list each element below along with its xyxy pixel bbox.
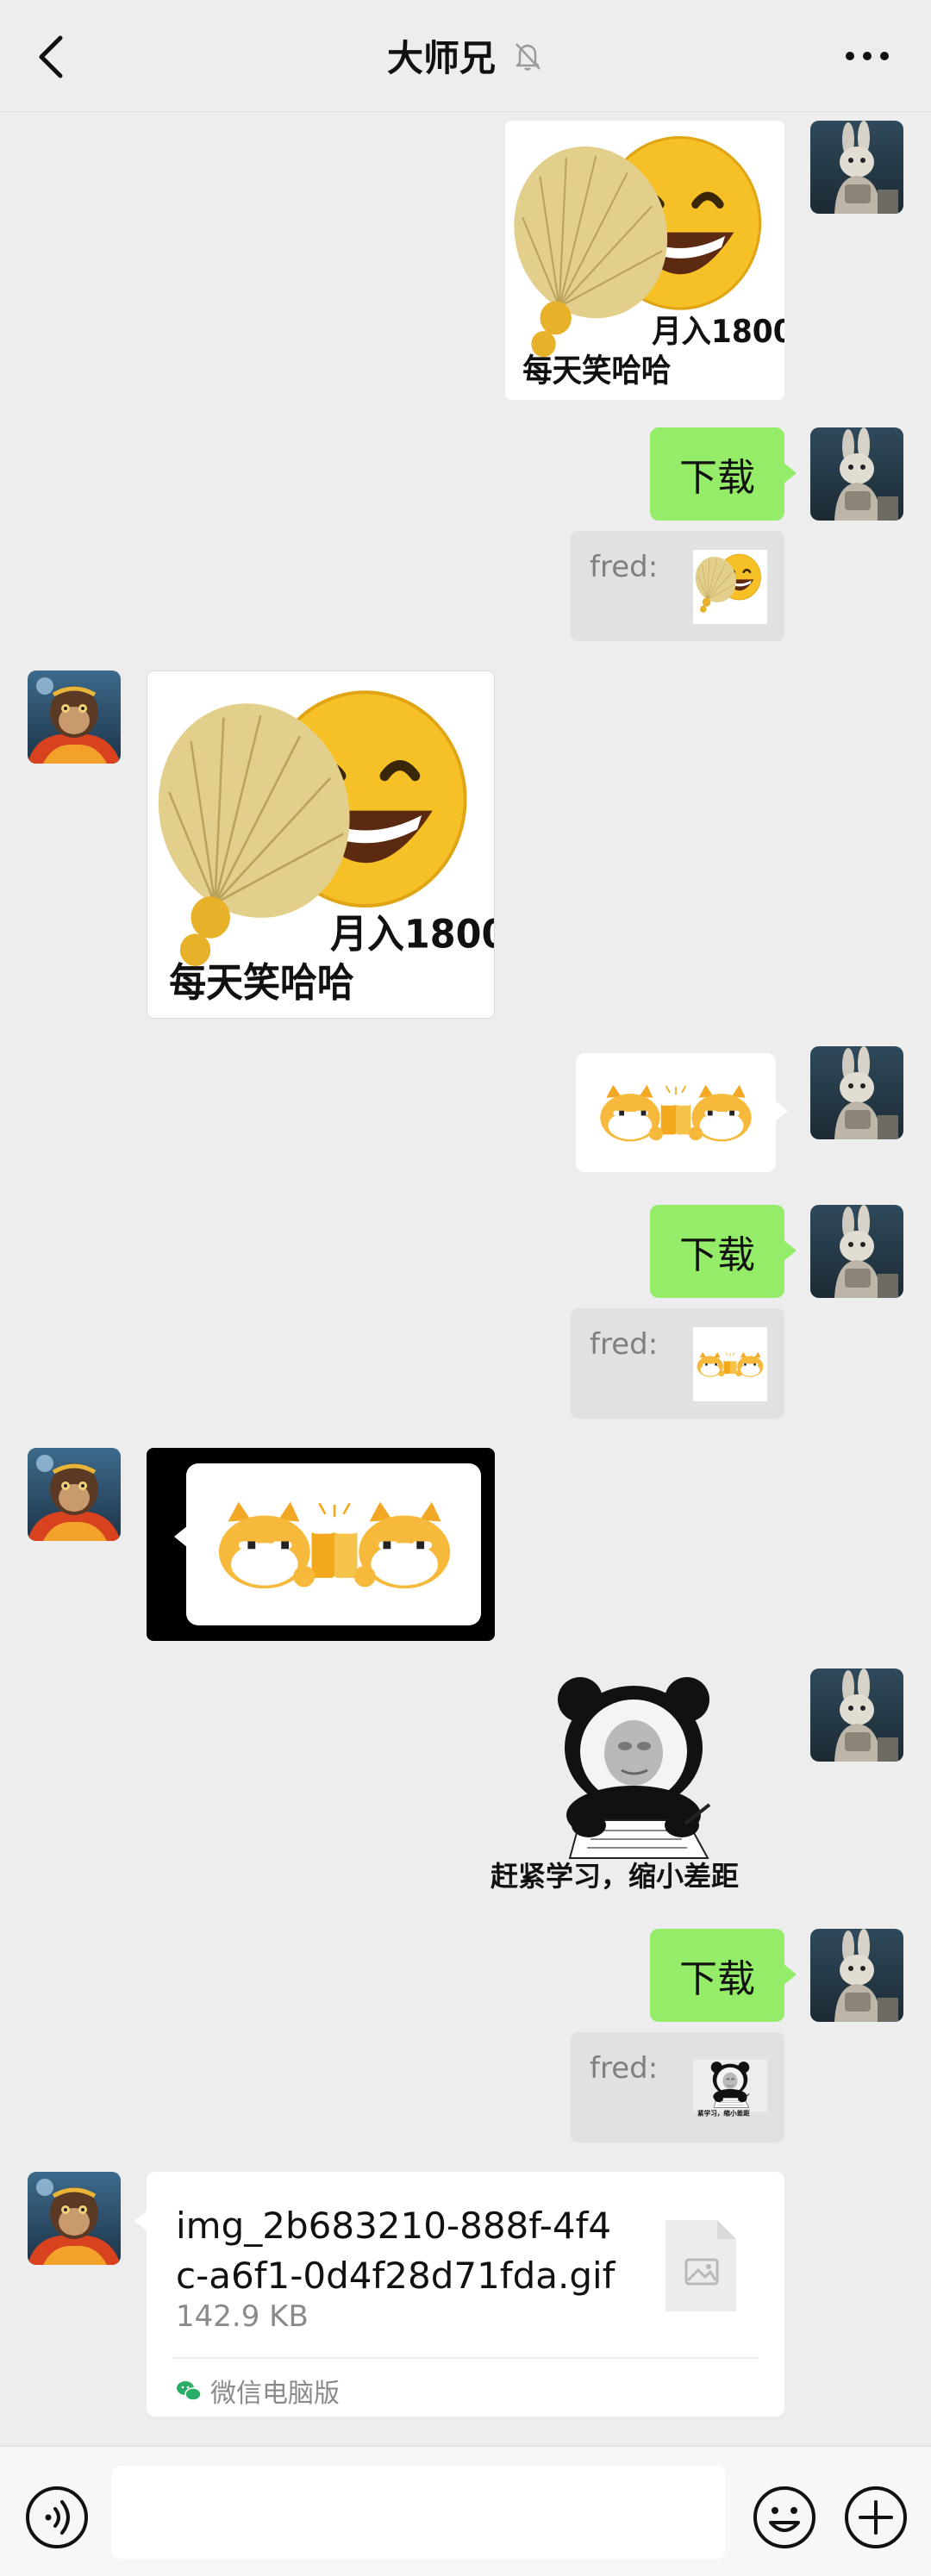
rabbit-avatar-image xyxy=(810,427,903,521)
avatar-self[interactable] xyxy=(810,1929,903,2022)
plus-icon xyxy=(845,2486,907,2548)
smiley-icon xyxy=(753,2486,815,2548)
message-text: 下载 xyxy=(679,1233,755,1277)
file-source: 微信电脑版 xyxy=(176,2372,340,2410)
fan-smile-thumbnail-image xyxy=(693,550,767,624)
emoji-button[interactable] xyxy=(752,2485,817,2550)
message-text: 下载 xyxy=(679,1957,755,2001)
quote-sender: fred: xyxy=(590,2051,659,2086)
download-message-bubble[interactable]: 下载 xyxy=(650,1929,797,2022)
rabbit-avatar-image xyxy=(810,1668,903,1762)
monkey-avatar-image xyxy=(28,1448,121,1541)
sticker-text-line2: 每天笑哈哈 xyxy=(522,352,671,389)
sticker-text-line1: 月入1800 xyxy=(652,314,784,350)
avatar-contact[interactable] xyxy=(28,671,121,764)
sticker-bubble-tail xyxy=(174,1525,188,1548)
sent-sticker-fan[interactable]: 月入1800 每天笑哈哈 xyxy=(505,121,784,400)
rabbit-avatar-image xyxy=(810,1205,903,1298)
fan-smile-sticker-image: 月入1800 每天笑哈哈 xyxy=(147,671,495,1019)
received-sticker-cheers[interactable] xyxy=(147,1448,495,1641)
download-message-bubble[interactable]: 下载 xyxy=(650,1205,797,1298)
wechat-logo-icon xyxy=(177,2381,202,2401)
sent-sticker-cheers[interactable] xyxy=(576,1053,788,1172)
sent-sticker-panda[interactable]: 赶紧学习，缩小差距 xyxy=(484,1668,783,1896)
sticker-text-line2: 每天笑哈哈 xyxy=(169,961,354,1007)
avatar-self[interactable] xyxy=(810,1668,903,1762)
rabbit-avatar-image xyxy=(810,121,903,214)
message-input[interactable] xyxy=(112,2466,726,2559)
cheers-cats-sticker-image xyxy=(205,1491,464,1598)
voice-icon xyxy=(26,2486,88,2548)
monkey-avatar-image xyxy=(28,2172,121,2265)
avatar-contact[interactable] xyxy=(28,2172,121,2265)
quote-sender: fred: xyxy=(590,1327,659,1362)
message-text: 下载 xyxy=(679,456,755,500)
voice-input-button[interactable] xyxy=(24,2485,90,2550)
quote-thumbnail xyxy=(693,550,767,624)
quote-sender: fred: xyxy=(590,550,659,584)
quoted-message[interactable]: fred: xyxy=(571,531,784,641)
cheers-cats-sticker-image xyxy=(591,1071,760,1154)
quote-thumbnail: 紧学习，缩小差距 xyxy=(693,2051,767,2125)
file-source-label: 微信电脑版 xyxy=(210,2379,340,2409)
chat-title: 大师兄 xyxy=(386,37,496,79)
file-card-divider xyxy=(172,2357,759,2359)
chat-header: 大师兄 xyxy=(0,0,931,112)
bell-off-icon xyxy=(515,42,540,71)
image-file-icon xyxy=(665,2220,736,2311)
rabbit-avatar-image xyxy=(810,1929,903,2022)
quoted-message[interactable]: fred: 紧学习，缩小差距 xyxy=(571,2032,784,2143)
file-size: 142.9 KB xyxy=(176,2299,309,2334)
file-name: img_2b683210-888f-4f4c-a6f1-0d4f28d71fda… xyxy=(176,2205,615,2297)
avatar-self[interactable] xyxy=(810,1046,903,1139)
avatar-self[interactable] xyxy=(810,427,903,521)
fan-smile-sticker-image: 月入1800 每天笑哈哈 xyxy=(505,121,784,400)
download-message-bubble[interactable]: 下载 xyxy=(650,427,797,521)
more-dots-icon xyxy=(846,52,889,60)
more-functions-button[interactable] xyxy=(843,2485,909,2550)
more-options-button[interactable] xyxy=(843,43,891,69)
panda-thumbnail-image: 紧学习，缩小差距 xyxy=(693,2059,767,2117)
avatar-self[interactable] xyxy=(810,121,903,214)
avatar-contact[interactable] xyxy=(28,1448,121,1541)
rabbit-avatar-image xyxy=(810,1046,903,1139)
avatar-self[interactable] xyxy=(810,1205,903,1298)
sticker-text-line1: 月入1800 xyxy=(330,912,495,957)
chat-title-group: 大师兄 xyxy=(0,29,931,82)
sticker-caption: 赶紧学习，缩小差距 xyxy=(490,1860,739,1893)
received-sticker-fan[interactable]: 月入1800 每天笑哈哈 xyxy=(147,671,495,1019)
sticker-inner-bubble xyxy=(174,1463,481,1625)
quoted-message[interactable]: fred: xyxy=(571,1308,784,1419)
monkey-avatar-image xyxy=(28,671,121,764)
panda-sticker-image: 赶紧学习，缩小差距 xyxy=(487,1668,780,1893)
chat-input-bar xyxy=(0,2446,931,2576)
quote-thumbnail xyxy=(693,1327,767,1401)
thumbnail-caption: 紧学习，缩小差距 xyxy=(697,2108,750,2117)
cheers-cats-thumbnail-image xyxy=(693,1327,767,1401)
file-message-card[interactable]: img_2b683210-888f-4f4c-a6f1-0d4f28d71fda… xyxy=(134,2172,784,2417)
